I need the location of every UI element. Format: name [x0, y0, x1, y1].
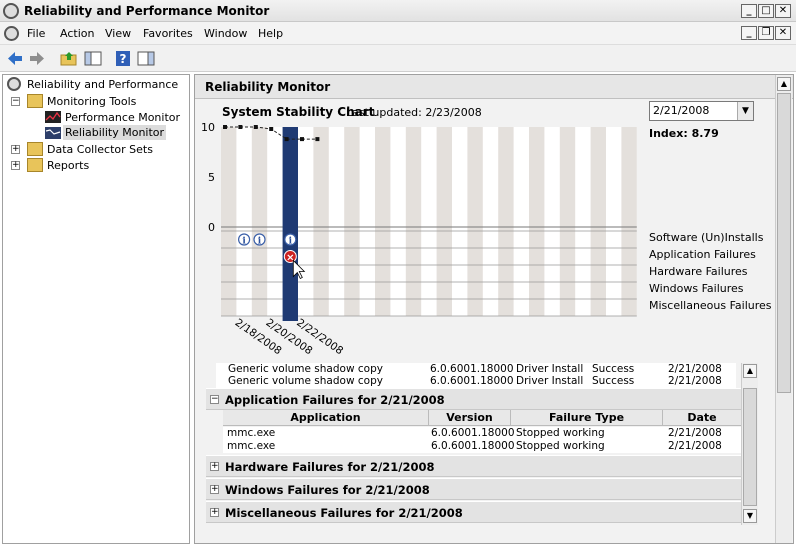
pane-scrollbar[interactable]: ▲	[775, 75, 792, 543]
y-tick-label: 10	[201, 121, 215, 134]
day-column	[405, 127, 422, 316]
folder-icon	[27, 94, 43, 108]
child-restore-button[interactable]: ❐	[758, 26, 774, 40]
category-application-failures: Application Failures	[649, 248, 756, 261]
day-column	[344, 127, 360, 316]
day-column	[590, 127, 606, 316]
selected-day-column	[282, 127, 298, 321]
data-point	[284, 137, 289, 142]
category-software-installs: Software (Un)Installs	[649, 231, 764, 244]
expand-icon[interactable]: +	[210, 485, 219, 494]
show-hide-tree-icon[interactable]	[84, 50, 102, 67]
data-point	[253, 125, 258, 129]
up-folder-icon[interactable]	[60, 50, 78, 67]
scroll-down-icon[interactable]: ▼	[743, 509, 757, 523]
expand-icon[interactable]: +	[11, 161, 20, 170]
data-point	[238, 125, 243, 129]
scroll-thumb[interactable]	[777, 93, 791, 393]
title-bar[interactable]: Reliability and Performance Monitor _ □ …	[0, 0, 796, 22]
day-column	[529, 127, 545, 316]
data-point	[300, 137, 304, 142]
category-misc-failures: Miscellaneous Failures	[649, 299, 772, 312]
data-point	[269, 127, 274, 131]
menu-window[interactable]: Window	[204, 27, 247, 40]
reports-folder-icon	[27, 158, 43, 172]
menu-action[interactable]: Action	[60, 27, 94, 40]
column-failure-type[interactable]: Failure Type	[511, 410, 663, 426]
minimize-button[interactable]: _	[741, 4, 757, 18]
navigation-tree: Reliability and Performance − Monitoring…	[2, 74, 190, 544]
back-arrow-icon[interactable]	[6, 50, 24, 67]
section-hardware-failures[interactable]: + Hardware Failures for 2/21/2008	[206, 455, 741, 477]
info-icon-glyph: i	[242, 237, 246, 247]
section-misc-failures[interactable]: + Miscellaneous Failures for 2/21/2008	[206, 501, 741, 523]
details-list: Generic volume shadow copy 6.0.6001.1800…	[206, 363, 742, 525]
monitor-gauge-icon	[7, 77, 21, 91]
table-row: mmc.exe 6.0.6001.18000 Stopped working 2…	[223, 427, 742, 440]
child-close-button[interactable]: ✕	[775, 26, 791, 40]
expand-icon[interactable]: +	[210, 462, 219, 471]
pane-header: Reliability Monitor	[195, 75, 793, 99]
info-icon-glyph: i	[289, 237, 293, 247]
collapse-icon[interactable]: −	[210, 395, 219, 404]
column-version[interactable]: Version	[429, 410, 511, 426]
menu-view[interactable]: View	[105, 27, 131, 40]
day-column	[621, 127, 637, 316]
reliability-chart-icon	[45, 127, 61, 139]
data-collector-folder-icon	[27, 142, 43, 156]
forward-arrow-icon[interactable]	[28, 50, 46, 67]
day-column	[436, 127, 452, 316]
details-scrollbar[interactable]: ▲ ▼	[741, 363, 758, 525]
info-icon-glyph: i	[258, 237, 262, 247]
window-title: Reliability and Performance Monitor	[24, 4, 270, 18]
day-column	[559, 127, 576, 316]
app-failures-header: Application Version Failure Type Date	[223, 410, 742, 426]
scroll-up-icon[interactable]: ▲	[777, 77, 791, 91]
day-column	[375, 127, 391, 316]
close-button[interactable]: ✕	[775, 4, 791, 18]
last-updated-text: Last updated: 2/23/2008	[346, 106, 482, 119]
date-dropdown[interactable]: 2/21/2008 ▼	[649, 101, 754, 121]
category-windows-failures: Windows Failures	[649, 282, 744, 295]
menu-file[interactable]: File	[27, 27, 45, 40]
section-windows-failures[interactable]: + Windows Failures for 2/21/2008	[206, 478, 741, 500]
system-menu-icon[interactable]	[4, 26, 19, 41]
expand-icon[interactable]: +	[11, 145, 20, 154]
date-dropdown-value: 2/21/2008	[653, 104, 710, 117]
maximize-button[interactable]: □	[758, 4, 774, 18]
svg-text:?: ?	[120, 52, 127, 66]
scroll-up-icon[interactable]: ▲	[743, 364, 757, 378]
scroll-thumb[interactable]	[743, 388, 757, 506]
table-row: mmc.exe 6.0.6001.18000 Stopped working 2…	[223, 440, 742, 453]
column-date[interactable]: Date	[663, 410, 742, 426]
day-column	[221, 127, 237, 316]
toolbar: ?	[0, 45, 796, 72]
reliability-monitor-pane: Reliability Monitor System Stability Cha…	[194, 74, 794, 544]
category-hardware-failures: Hardware Failures	[649, 265, 748, 278]
day-column	[251, 127, 268, 316]
menu-favorites[interactable]: Favorites	[143, 27, 193, 40]
day-column	[467, 127, 483, 316]
help-icon[interactable]: ?	[114, 50, 132, 67]
section-application-failures[interactable]: − Application Failures for 2/21/2008	[206, 388, 741, 410]
day-column	[313, 127, 329, 316]
y-tick-label: 5	[208, 171, 215, 184]
chevron-down-icon[interactable]: ▼	[737, 102, 753, 120]
app-icon	[3, 3, 19, 19]
table-row: Generic volume shadow copy 6.0.6001.1800…	[216, 375, 736, 388]
y-tick-label: 0	[208, 221, 215, 234]
menu-bar: File Action View Favorites Window Help _…	[0, 22, 796, 45]
child-minimize-button[interactable]: _	[741, 26, 757, 40]
day-column	[498, 127, 514, 316]
show-action-pane-icon[interactable]	[137, 50, 155, 67]
expand-icon[interactable]: +	[210, 508, 219, 517]
data-point	[315, 137, 320, 142]
data-point	[223, 125, 227, 129]
menu-help[interactable]: Help	[258, 27, 283, 40]
column-application[interactable]: Application	[223, 410, 429, 426]
collapse-icon[interactable]: −	[11, 97, 20, 106]
performance-chart-icon	[45, 111, 61, 123]
